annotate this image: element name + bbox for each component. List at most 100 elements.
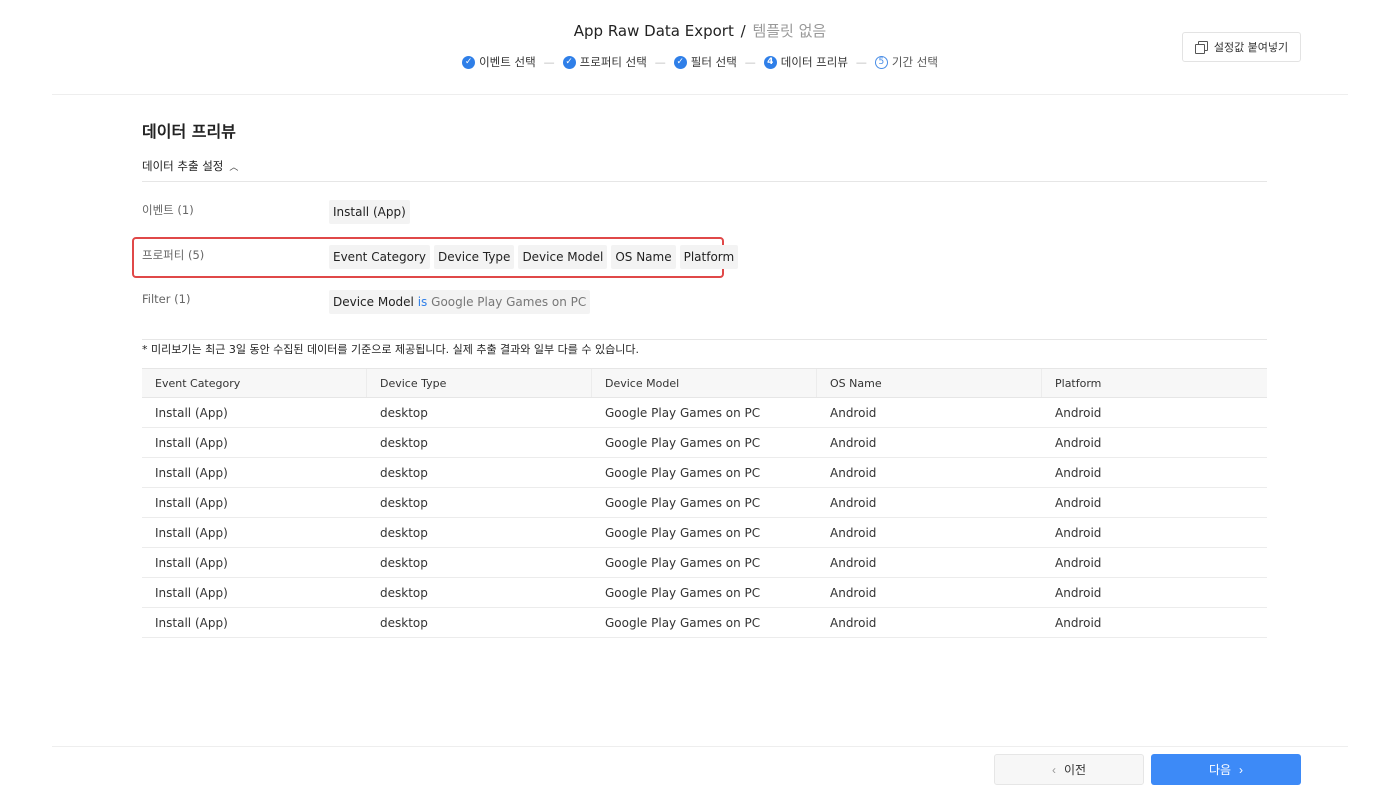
template-name: 템플릿 없음 — [752, 22, 827, 40]
step-separator: — — [855, 55, 867, 69]
table-row: Install (App) desktop Google Play Games on… — [142, 548, 1267, 578]
step-event: ✓ 이벤트 선택 — [462, 54, 536, 70]
event-label: 이벤트 (1) — [142, 203, 194, 217]
table-cell: desktop — [380, 465, 428, 480]
step-property: ✓ 프로퍼티 선택 — [562, 54, 647, 70]
table-cell: Google Play Games on PC — [605, 615, 761, 630]
extract-settings-toggle[interactable]: 데이터 추출 설정 ︿ — [142, 158, 238, 174]
table-cell: Android — [1055, 465, 1102, 480]
table-cell: desktop — [380, 435, 428, 450]
step-separator: — — [543, 55, 555, 69]
table-cell: Android — [830, 525, 877, 540]
table-cell: Android — [1055, 435, 1102, 450]
table-header: Event Category Device Type Device Model … — [142, 368, 1267, 398]
table-row: Install (App) desktop Google Play Games on… — [142, 488, 1267, 518]
step-filter: ✓ 필터 선택 — [673, 54, 737, 70]
table-cell: Google Play Games on PC — [605, 525, 761, 540]
filter-chips: Device Model is Google Play Games on PC — [329, 290, 591, 314]
table-cell: Google Play Games on PC — [605, 585, 761, 600]
table-body: Install (App) desktop Google Play Games on… — [142, 398, 1267, 638]
table-cell: Google Play Games on PC — [605, 435, 761, 450]
divider — [142, 181, 1267, 182]
property-chip: OS Name — [611, 245, 676, 269]
check-icon: ✓ — [462, 55, 476, 69]
step-number-icon: 5 — [874, 55, 888, 69]
filter-operator: is — [417, 295, 428, 309]
column-header: Device Type — [367, 369, 592, 397]
table-cell: Google Play Games on PC — [605, 555, 761, 570]
filter-chip: Device Model is Google Play Games on PC — [329, 290, 591, 314]
table-cell: Android — [830, 495, 877, 510]
table-cell: desktop — [380, 405, 428, 420]
table-cell: Android — [830, 435, 877, 450]
property-label: 프로퍼티 (5) — [142, 248, 205, 262]
table-row: Install (App) desktop Google Play Games on… — [142, 398, 1267, 428]
table-row: Install (App) desktop Google Play Games on… — [142, 428, 1267, 458]
property-chip: Device Type — [434, 245, 515, 269]
table-cell: Install (App) — [155, 585, 228, 600]
filter-field: Device Model — [333, 295, 414, 309]
column-header: OS Name — [817, 369, 1042, 397]
step-label: 기간 선택 — [891, 55, 938, 69]
next-label: 다음 — [1208, 763, 1232, 777]
event-chips: Install (App) — [329, 200, 410, 224]
table-cell: Install (App) — [155, 435, 228, 450]
table-cell: Google Play Games on PC — [605, 405, 761, 420]
table-cell: Android — [1055, 615, 1102, 630]
table-cell: Install (App) — [155, 405, 228, 420]
table-cell: Install (App) — [155, 555, 228, 570]
property-chip: Device Model — [518, 245, 608, 269]
step-separator: — — [654, 55, 666, 69]
property-chip: Event Category — [329, 245, 431, 269]
table-cell: Android — [1055, 585, 1102, 600]
step-number-icon: 4 — [763, 55, 777, 69]
next-button[interactable]: 다음 › — [1151, 754, 1301, 785]
table-cell: Install (App) — [155, 495, 228, 510]
column-header: Platform — [1055, 376, 1102, 390]
page-header: App Raw Data Export / 템플릿 없음 ✓ 이벤트 선택 — … — [0, 0, 1400, 94]
paste-settings-button[interactable]: 설정값 붙여넣기 — [1182, 32, 1301, 62]
table-cell: Google Play Games on PC — [605, 495, 761, 510]
divider — [52, 746, 1348, 747]
table-row: Install (App) desktop Google Play Games on… — [142, 608, 1267, 638]
event-chip: Install (App) — [329, 200, 410, 224]
section-title: 데이터 프리뷰 — [142, 122, 236, 141]
table-cell: Android — [830, 615, 877, 630]
title-separator: / — [740, 22, 746, 40]
table-row: Install (App) desktop Google Play Games on… — [142, 578, 1267, 608]
chevron-left-icon: ‹ — [1051, 762, 1056, 777]
table-cell: desktop — [380, 615, 428, 630]
table-cell: Android — [1055, 495, 1102, 510]
table-cell: Android — [830, 585, 877, 600]
table-cell: Android — [830, 405, 877, 420]
column-header: Device Model — [592, 369, 817, 397]
divider — [52, 94, 1348, 95]
prev-button[interactable]: ‹ 이전 — [994, 754, 1144, 785]
chevron-right-icon: › — [1239, 762, 1244, 777]
chevron-up-icon: ︿ — [229, 162, 239, 173]
table-cell: desktop — [380, 585, 428, 600]
divider — [142, 339, 1267, 340]
step-label: 데이터 프리뷰 — [780, 55, 848, 69]
table-cell: desktop — [380, 555, 428, 570]
export-title: App Raw Data Export — [573, 22, 734, 40]
table-cell: desktop — [380, 495, 428, 510]
step-period: 5 기간 선택 — [874, 54, 938, 70]
table-cell: Google Play Games on PC — [605, 465, 761, 480]
preview-table: Event Category Device Type Device Model … — [142, 368, 1267, 638]
table-cell: Install (App) — [155, 525, 228, 540]
step-label: 프로퍼티 선택 — [579, 55, 647, 69]
table-cell: Android — [1055, 405, 1102, 420]
check-icon: ✓ — [673, 55, 687, 69]
table-cell: Android — [1055, 555, 1102, 570]
step-separator: — — [744, 55, 756, 69]
step-label: 필터 선택 — [690, 55, 737, 69]
table-cell: Install (App) — [155, 465, 228, 480]
step-preview: 4 데이터 프리뷰 — [763, 54, 848, 70]
property-chips: Event Category Device Type Device Model … — [329, 245, 739, 269]
column-header: Event Category — [142, 369, 367, 397]
prev-label: 이전 — [1063, 763, 1087, 777]
property-chip: Platform — [679, 245, 739, 269]
table-cell: Android — [830, 465, 877, 480]
table-cell: desktop — [380, 525, 428, 540]
